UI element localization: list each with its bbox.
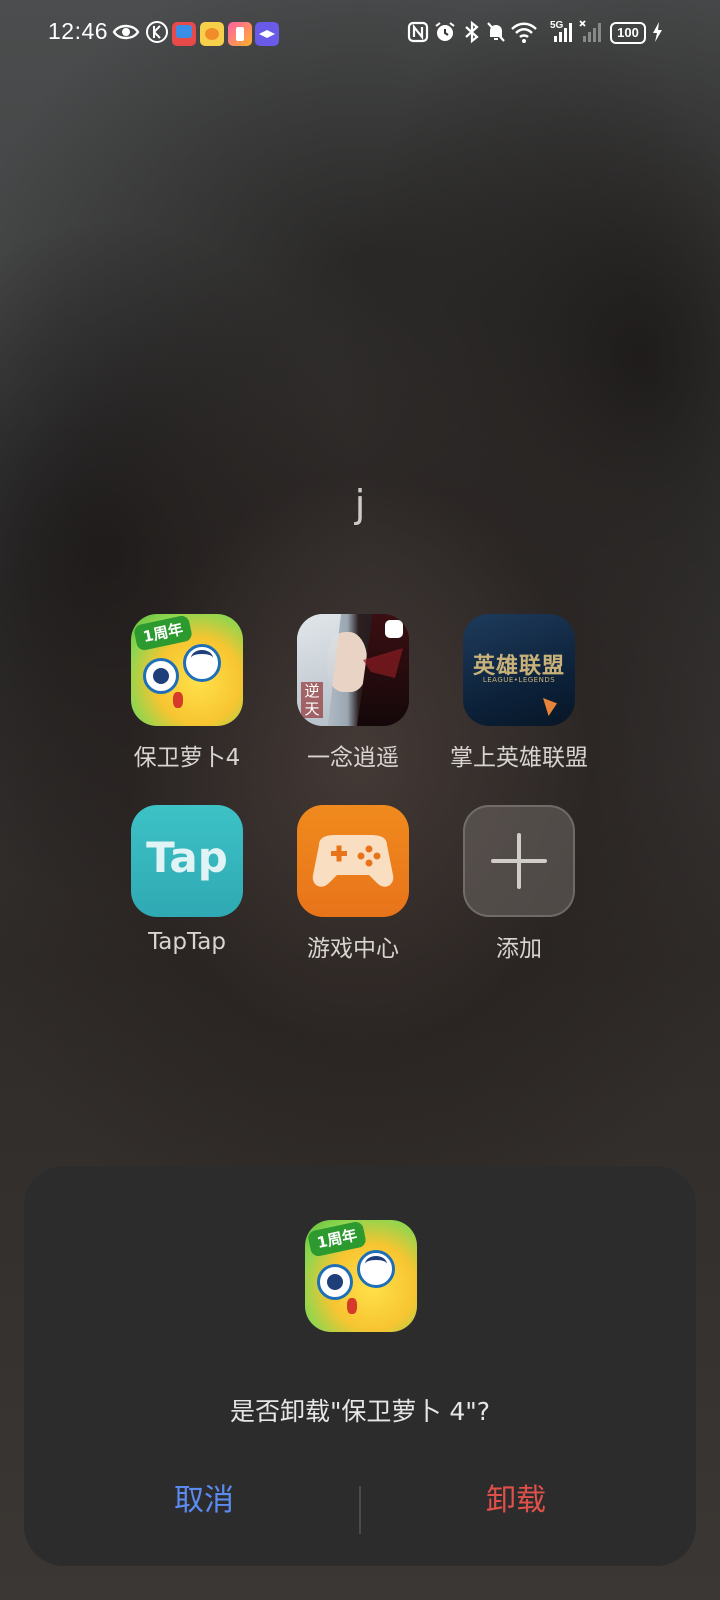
yinian-vertical-text: 逆天 [301,682,323,718]
battery-icon: 100 [610,22,646,44]
app-add[interactable]: 添加 [439,805,599,963]
button-divider [359,1486,361,1534]
mute-icon [487,22,505,42]
signal-icon-2 [579,20,601,42]
nfc-icon [407,21,429,43]
app-label: 游戏中心 [307,936,399,962]
status-time: 12:46 [48,18,109,44]
lol-en-text: LEAGUE•LEGENDS [482,676,556,684]
status-bar: 12:46 5G 100 [0,0,720,70]
uninstall-button[interactable]: 卸载 [366,1466,666,1536]
cancel-button[interactable]: 取消 [54,1466,354,1536]
taptap-icon: Tap [131,805,243,917]
app-taptap[interactable]: Tap TapTap [107,805,267,955]
folder-title[interactable]: j [0,482,720,526]
notif-app-4 [255,22,279,46]
app-label: TapTap [148,929,226,955]
dialog-message: 是否卸载"保卫萝卜 4"? [229,1397,491,1426]
uninstall-dialog: 1周年 是否卸载"保卫萝卜 4"? 取消 卸载 [24,1166,696,1566]
app-label: 添加 [496,936,542,962]
game-center-icon [297,805,409,917]
wifi-icon [511,22,537,43]
app-label: 保卫萝卜4 [133,745,241,771]
bluetooth-icon [465,20,479,44]
app-yinian[interactable]: 逆天 一念逍遥 [273,614,433,772]
app-lol[interactable]: 英雄联盟 LEAGUE•LEGENDS 掌上英雄联盟 [439,614,599,772]
luobo-icon: 1周年 [131,614,243,726]
alarm-icon [435,22,455,41]
signal-icon [554,23,572,42]
add-icon [463,805,575,917]
k-icon [146,21,168,43]
charging-icon [653,22,662,42]
app-label: 掌上英雄联盟 [450,745,588,771]
notif-app-1 [172,22,196,46]
plus-icon [491,833,547,889]
anniversary-badge: 1周年 [306,1220,368,1258]
notif-app-3 [228,22,252,46]
lol-icon: 英雄联盟 LEAGUE•LEGENDS [463,614,575,726]
app-label: 一念逍遥 [307,745,399,771]
taptap-logo-text: Tap [146,833,228,882]
notif-app-2 [200,22,224,46]
app-game-center[interactable]: 游戏中心 [273,805,433,963]
luobo-icon: 1周年 [305,1220,417,1332]
app-luobo[interactable]: 1周年 保卫萝卜4 [107,614,267,772]
gamepad-icon [312,835,394,887]
yinian-icon: 逆天 [297,614,409,726]
eye-icon [112,24,140,40]
battery-level: 100 [617,25,639,40]
anniversary-badge: 1周年 [132,614,194,652]
